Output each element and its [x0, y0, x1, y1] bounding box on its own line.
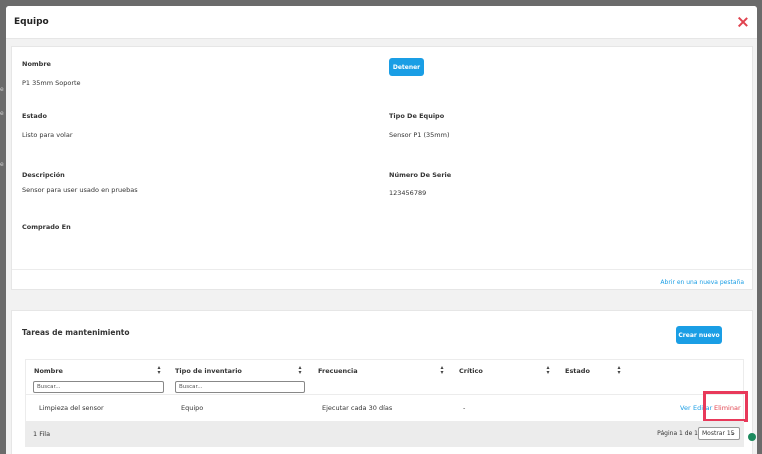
open-new-tab-link[interactable]: Abrir en una nueva pestaña	[660, 279, 744, 286]
tasks-title: Tareas de mantenimiento	[22, 328, 130, 337]
column-header-frecuencia[interactable]: Frecuencia	[318, 367, 358, 375]
backdrop-text: e	[0, 161, 4, 168]
column-header-estado[interactable]: Estado	[565, 367, 590, 375]
column-header-critico[interactable]: Crítico	[459, 367, 483, 375]
cell-critico: -	[463, 404, 466, 412]
column-header-nombre[interactable]: Nombre	[34, 367, 63, 375]
nombre-value: P1 35mm Soporte	[22, 79, 81, 87]
backdrop-text: e	[0, 110, 4, 117]
tasks-table: Nombre ▴▾ Tipo de inventario ▴▾ Frecuenc…	[25, 359, 748, 447]
page-size-select[interactable]: Mostrar 15 ⌄	[698, 427, 740, 440]
modal-header: Equipo	[6, 6, 757, 39]
delete-link[interactable]: Eliminar	[714, 404, 741, 412]
status-dot	[748, 433, 756, 441]
sort-icon[interactable]: ▴ ▾	[156, 365, 162, 376]
stop-button[interactable]: Detener	[389, 58, 424, 76]
cell-frecuencia: Ejecutar cada 30 días	[322, 404, 393, 412]
close-icon[interactable]	[737, 16, 749, 28]
estado-value: Listo para volar	[22, 131, 73, 139]
backdrop-text: e	[0, 86, 4, 93]
filter-nombre-input[interactable]	[33, 381, 164, 393]
table-footer: 1 Fila Página 1 de 1 Mostrar 15 ⌄	[25, 421, 744, 447]
row-count: 1 Fila	[33, 430, 51, 438]
sort-icon[interactable]: ▴ ▾	[439, 365, 445, 376]
equipment-modal: Equipo Nombre P1 35mm Soporte Detener Es…	[6, 6, 757, 454]
details-card: Nombre P1 35mm Soporte Detener Estado Li…	[11, 46, 753, 290]
estado-label: Estado	[22, 112, 47, 120]
numero-serie-value: 123456789	[389, 189, 427, 197]
maintenance-tasks-card: Tareas de mantenimiento Crear nuevo Nomb…	[11, 310, 753, 454]
cell-tipo: Equipo	[181, 404, 204, 412]
comprado-label: Comprado En	[22, 223, 71, 231]
table-row: Limpieza del sensor Equipo Ejecutar cada…	[25, 391, 748, 422]
filter-tipo-input[interactable]	[175, 381, 305, 393]
page-info: Página 1 de 1	[657, 430, 698, 437]
edit-link[interactable]: Editar	[693, 404, 712, 412]
sort-icon[interactable]: ▴ ▾	[616, 365, 622, 376]
sort-icon[interactable]: ▴ ▾	[297, 365, 303, 376]
create-new-button[interactable]: Crear nuevo	[676, 326, 722, 344]
table-header: Nombre ▴▾ Tipo de inventario ▴▾ Frecuenc…	[25, 359, 744, 395]
descripcion-value: Sensor para user usado en pruebas	[22, 186, 138, 194]
divider	[12, 269, 752, 270]
chevron-down-icon: ⌄	[730, 429, 736, 437]
tipo-equipo-label: Tipo De Equipo	[389, 112, 445, 120]
sort-icon[interactable]: ▴ ▾	[545, 365, 551, 376]
view-link[interactable]: Ver	[680, 404, 691, 412]
descripcion-label: Descripción	[22, 171, 65, 179]
numero-serie-label: Número De Serie	[389, 171, 452, 179]
tipo-equipo-value: Sensor P1 (35mm)	[389, 131, 450, 139]
modal-title: Equipo	[14, 17, 49, 27]
column-header-tipo-inventario[interactable]: Tipo de inventario	[175, 367, 242, 375]
cell-nombre: Limpieza del sensor	[39, 404, 104, 412]
nombre-label: Nombre	[22, 60, 51, 68]
